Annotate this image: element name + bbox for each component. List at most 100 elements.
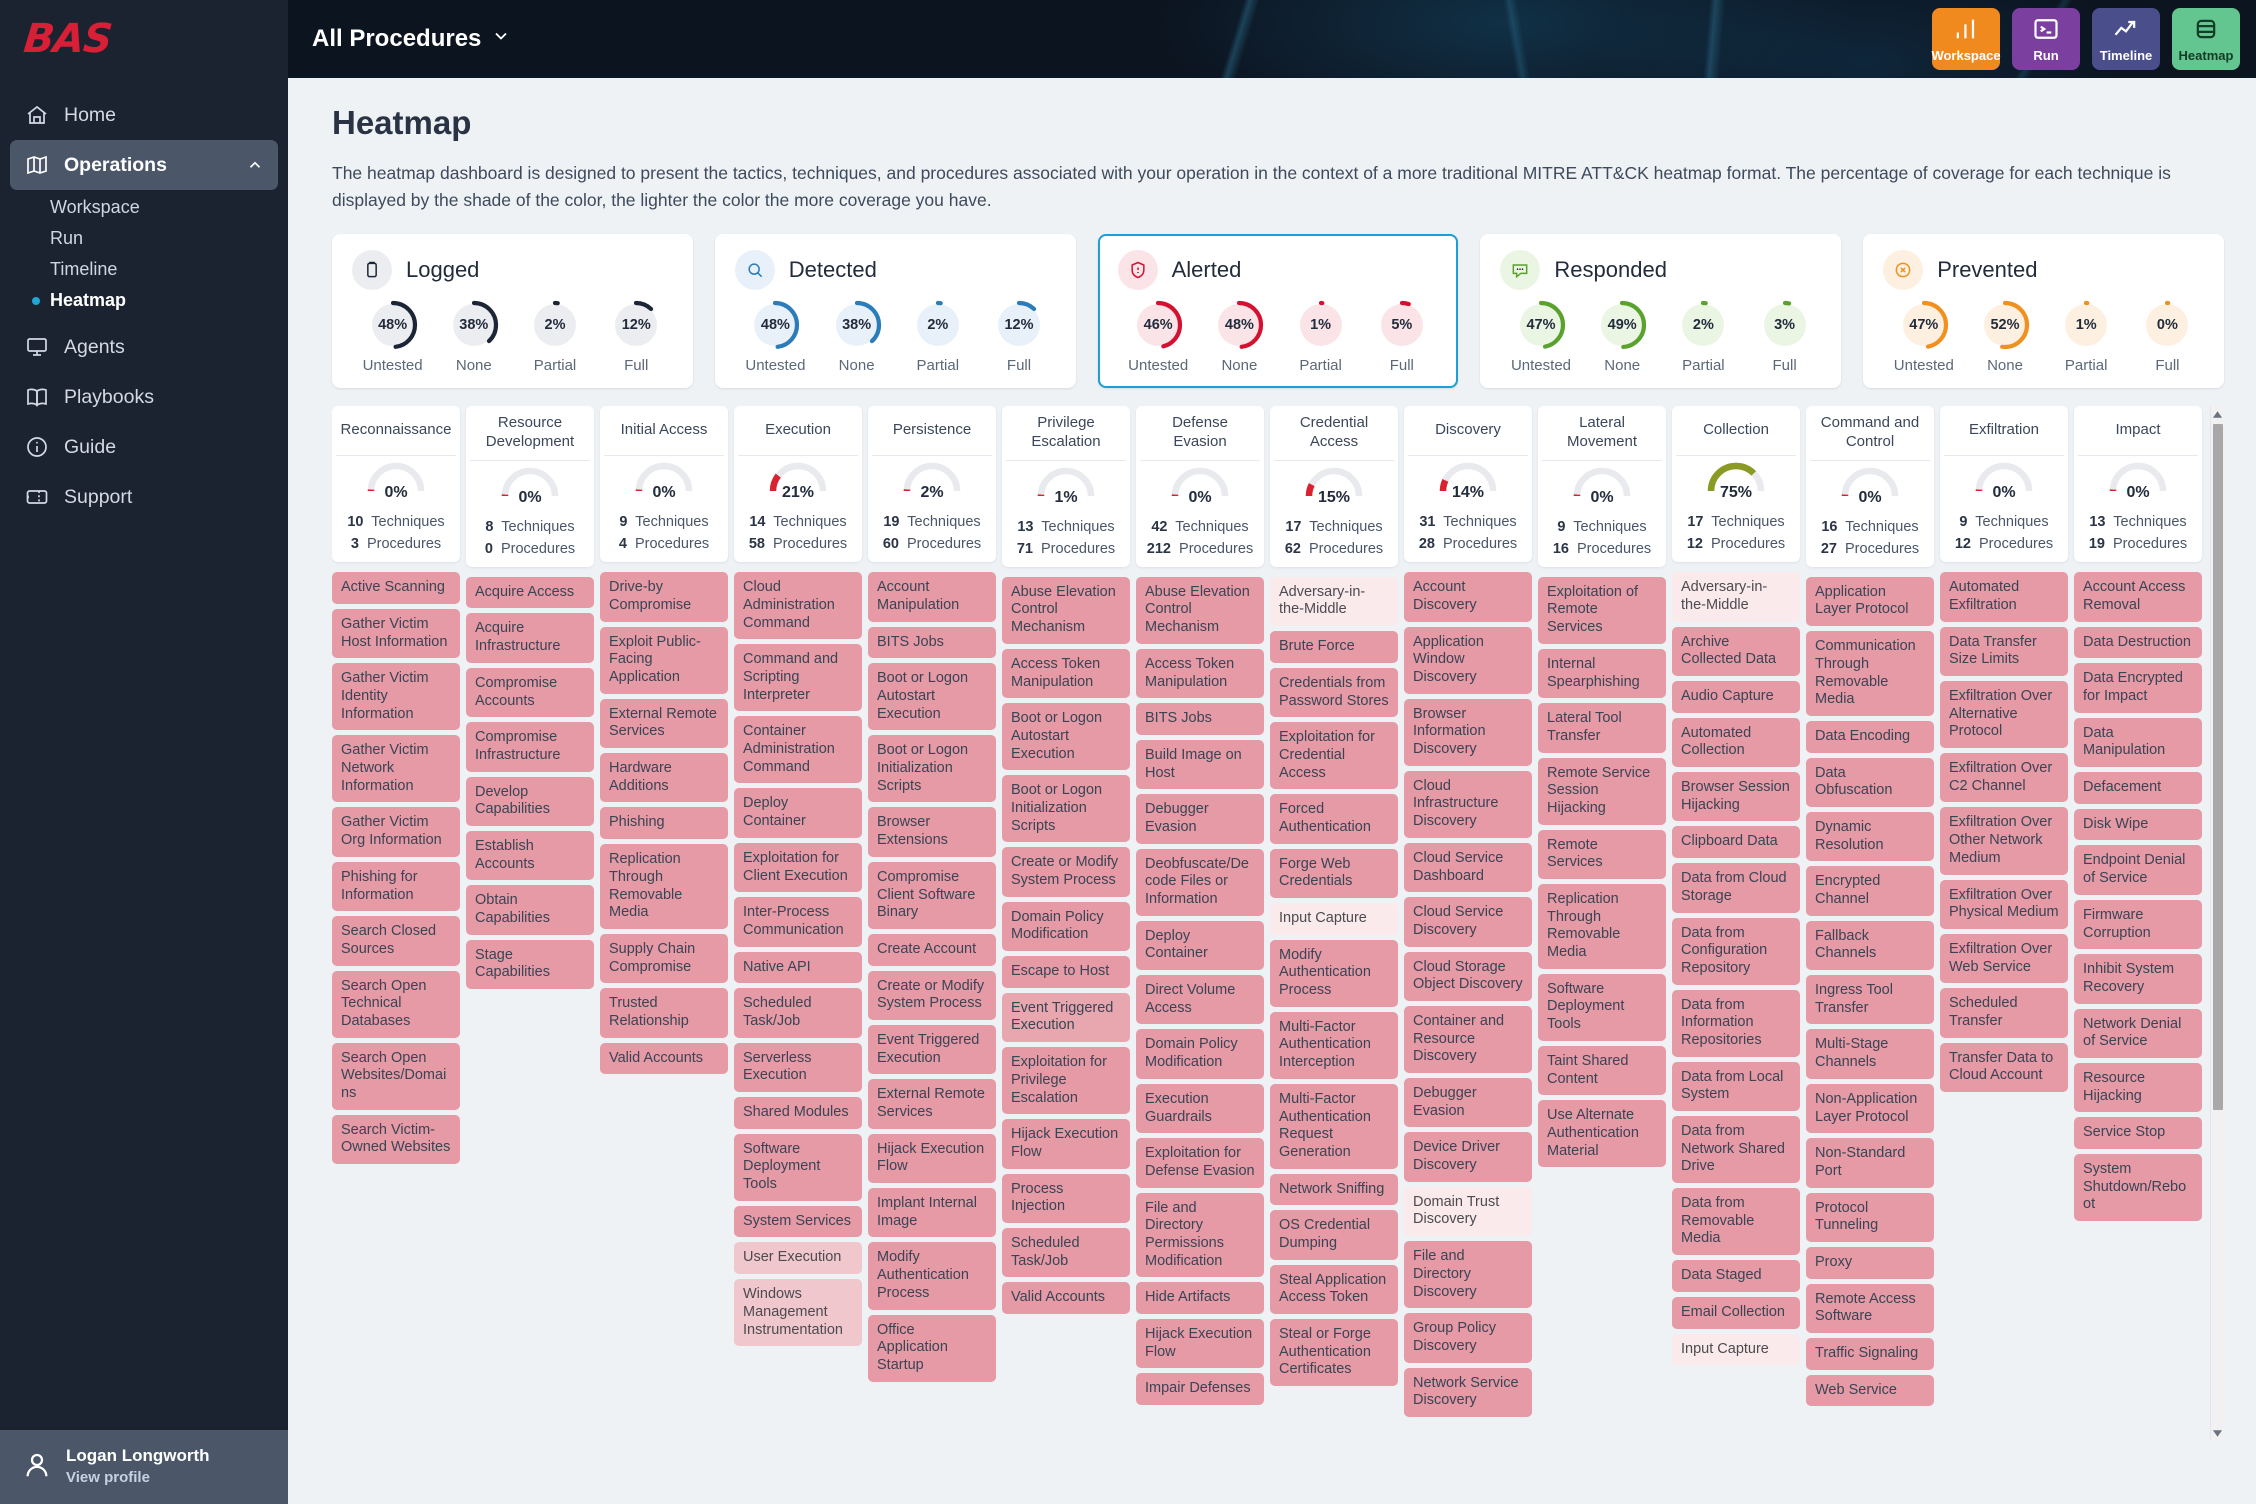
technique-cell[interactable]: Acquire Access bbox=[466, 576, 594, 609]
tactic-header[interactable]: Command and Control 0% 16 Techniques 27 Pro… bbox=[1806, 406, 1934, 567]
procedure-selector[interactable]: All Procedures bbox=[312, 25, 511, 53]
technique-cell[interactable]: Valid Accounts bbox=[600, 1042, 728, 1075]
tactic-header[interactable]: Initial Access 0% 9 Techniques 4 Procedures bbox=[600, 406, 728, 563]
technique-cell[interactable]: Obtain Capabilities bbox=[466, 885, 594, 935]
technique-cell[interactable]: Remote Services bbox=[1538, 829, 1666, 879]
technique-cell[interactable]: Native API bbox=[734, 951, 862, 984]
technique-cell[interactable]: Exfiltration Over Web Service bbox=[1940, 933, 2068, 984]
technique-cell[interactable]: Exfiltration Over Physical Medium bbox=[1940, 879, 2068, 929]
tactic-header[interactable]: Execution 21% 14 Techniques 58 Procedures bbox=[734, 406, 862, 563]
tactic-header[interactable]: Exfiltration 0% 9 Techniques 12 Procedures bbox=[1940, 406, 2068, 563]
technique-cell[interactable]: Proxy bbox=[1806, 1246, 1934, 1279]
technique-cell[interactable]: Container and Resource Discovery bbox=[1404, 1005, 1532, 1073]
technique-cell[interactable]: Network Denial of Service bbox=[2074, 1008, 2202, 1058]
technique-cell[interactable]: Endpoint Denial of Service bbox=[2074, 845, 2202, 895]
sidebar-item-timeline[interactable]: Timeline bbox=[10, 254, 278, 285]
technique-cell[interactable]: Domain Trust Discovery bbox=[1404, 1186, 1532, 1237]
technique-cell[interactable]: Multi-Stage Channels bbox=[1806, 1029, 1934, 1079]
technique-cell[interactable]: OS Credential Dumping bbox=[1270, 1210, 1398, 1260]
technique-cell[interactable]: Compromise Infrastructure bbox=[466, 722, 594, 772]
technique-cell[interactable]: Boot or Logon Autostart Execution bbox=[868, 663, 996, 731]
technique-cell[interactable]: Data from Network Shared Drive bbox=[1672, 1116, 1800, 1184]
technique-cell[interactable]: Archive Collected Data bbox=[1672, 626, 1800, 676]
technique-cell[interactable]: Compromise Accounts bbox=[466, 667, 594, 718]
technique-cell[interactable]: External Remote Services bbox=[868, 1079, 996, 1129]
technique-cell[interactable]: Remote Service Session Hijacking bbox=[1538, 757, 1666, 825]
technique-cell[interactable]: Data Transfer Size Limits bbox=[1940, 626, 2068, 676]
technique-cell[interactable]: Create or Modify System Process bbox=[868, 970, 996, 1020]
technique-cell[interactable]: Automated Exfiltration bbox=[1940, 572, 2068, 622]
technique-cell[interactable]: Hijack Execution Flow bbox=[868, 1133, 996, 1184]
status-card-responded[interactable]: Responded 47% Untested 49% None 2% Partial 3% Fu… bbox=[1480, 234, 1842, 389]
technique-cell[interactable]: Exploitation for Credential Access bbox=[1270, 722, 1398, 790]
technique-cell[interactable]: System Shutdown/Reboot bbox=[2074, 1154, 2202, 1222]
scroll-up-arrow-icon[interactable] bbox=[2211, 406, 2224, 422]
sidebar-item-home[interactable]: Home bbox=[10, 90, 278, 140]
technique-cell[interactable]: Data from Information Repositories bbox=[1672, 989, 1800, 1057]
technique-cell[interactable]: Windows Management Instrumentation bbox=[734, 1279, 862, 1347]
technique-cell[interactable]: Command and Scripting Interpreter bbox=[734, 644, 862, 712]
technique-cell[interactable]: Non-Application Layer Protocol bbox=[1806, 1083, 1934, 1134]
technique-cell[interactable]: Defacement bbox=[2074, 772, 2202, 804]
technique-cell[interactable]: Exploitation for Client Execution bbox=[734, 842, 862, 893]
status-card-detected[interactable]: Detected 48% Untested 38% None 2% Partial 12% Fu… bbox=[714, 234, 1076, 389]
technique-cell[interactable]: Domain Policy Modification bbox=[1002, 901, 1130, 952]
scroll-down-arrow-icon[interactable] bbox=[2211, 1425, 2224, 1441]
technique-cell[interactable]: Software Deployment Tools bbox=[1538, 973, 1666, 1041]
scrollbar-thumb[interactable] bbox=[2213, 424, 2223, 1111]
technique-cell[interactable]: Stage Capabilities bbox=[466, 939, 594, 990]
technique-cell[interactable]: Cloud Storage Object Discovery bbox=[1404, 951, 1532, 1001]
technique-cell[interactable]: Boot or Logon Initialization Scripts bbox=[1002, 775, 1130, 843]
technique-cell[interactable]: Exfiltration Over Alternative Protocol bbox=[1940, 681, 2068, 749]
technique-cell[interactable]: Data from Removable Media bbox=[1672, 1188, 1800, 1256]
tactic-header[interactable]: Reconnaissance 0% 10 Techniques 3 Procedure… bbox=[332, 406, 460, 563]
technique-cell[interactable]: Protocol Tunneling bbox=[1806, 1192, 1934, 1242]
technique-cell[interactable]: Data Destruction bbox=[2074, 626, 2202, 659]
technique-cell[interactable]: Serverless Execution bbox=[734, 1042, 862, 1092]
technique-cell[interactable]: Clipboard Data bbox=[1672, 826, 1800, 859]
technique-cell[interactable]: Disk Wipe bbox=[2074, 808, 2202, 841]
technique-cell[interactable]: Search Closed Sources bbox=[332, 916, 460, 966]
technique-cell[interactable]: Implant Internal Image bbox=[868, 1188, 996, 1238]
sidebar-item-agents[interactable]: Agents bbox=[10, 322, 278, 372]
tactic-header[interactable]: Discovery 14% 31 Techniques 28 Procedures bbox=[1404, 406, 1532, 563]
technique-cell[interactable]: File and Directory Permissions Modificat… bbox=[1136, 1192, 1264, 1278]
technique-cell[interactable]: Audio Capture bbox=[1672, 681, 1800, 713]
technique-cell[interactable]: Hijack Execution Flow bbox=[1136, 1319, 1264, 1369]
technique-cell[interactable]: Data from Cloud Storage bbox=[1672, 863, 1800, 913]
technique-cell[interactable]: Search Open Websites/Domains bbox=[332, 1042, 460, 1110]
technique-cell[interactable]: Resource Hijacking bbox=[2074, 1062, 2202, 1113]
technique-cell[interactable]: Communication Through Removable Media bbox=[1806, 631, 1934, 716]
technique-cell[interactable]: Traffic Signaling bbox=[1806, 1338, 1934, 1370]
technique-cell[interactable]: Exploitation for Privilege Escalation bbox=[1002, 1047, 1130, 1115]
technique-cell[interactable]: Office Application Startup bbox=[868, 1314, 996, 1382]
technique-cell[interactable]: Access Token Manipulation bbox=[1136, 648, 1264, 699]
shortcut-workspace[interactable]: Workspace bbox=[1931, 8, 2001, 70]
sidebar-item-operations[interactable]: Operations bbox=[10, 140, 278, 190]
tactic-header[interactable]: Persistence 2% 19 Techniques 60 Procedures bbox=[868, 406, 996, 563]
technique-cell[interactable]: Data Encrypted for Impact bbox=[2074, 663, 2202, 713]
tactic-header[interactable]: Defense Evasion 0% 42 Techniques 212 Proced… bbox=[1136, 406, 1264, 567]
technique-cell[interactable]: Access Token Manipulation bbox=[1002, 648, 1130, 699]
technique-cell[interactable]: Multi-Factor Authentication Request Gene… bbox=[1270, 1083, 1398, 1169]
technique-cell[interactable]: Exfiltration Over Other Network Medium bbox=[1940, 807, 2068, 875]
technique-cell[interactable]: Remote Access Software bbox=[1806, 1283, 1934, 1333]
tactic-header[interactable]: Privilege Escalation 1% 13 Techniques 71 Pr… bbox=[1002, 406, 1130, 567]
technique-cell[interactable]: Compromise Client Software Binary bbox=[868, 861, 996, 929]
technique-cell[interactable]: Data Obfuscation bbox=[1806, 757, 1934, 807]
technique-cell[interactable]: Abuse Elevation Control Mechanism bbox=[1136, 576, 1264, 644]
technique-cell[interactable]: Email Collection bbox=[1672, 1296, 1800, 1329]
technique-cell[interactable]: Application Window Discovery bbox=[1404, 626, 1532, 694]
technique-cell[interactable]: Execution Guardrails bbox=[1136, 1083, 1264, 1134]
technique-cell[interactable]: Phishing for Information bbox=[332, 861, 460, 912]
technique-cell[interactable]: Account Manipulation bbox=[868, 572, 996, 622]
technique-cell[interactable]: Data Encoding bbox=[1806, 720, 1934, 753]
technique-cell[interactable]: Valid Accounts bbox=[1002, 1282, 1130, 1314]
technique-cell[interactable]: Multi-Factor Authentication Interception bbox=[1270, 1011, 1398, 1079]
technique-cell[interactable]: Container Administration Command bbox=[734, 716, 862, 784]
technique-cell[interactable]: Escape to Host bbox=[1002, 956, 1130, 988]
technique-cell[interactable]: Data from Configuration Repository bbox=[1672, 917, 1800, 985]
sidebar-item-guide[interactable]: Guide bbox=[10, 422, 278, 472]
technique-cell[interactable]: Data Manipulation bbox=[2074, 717, 2202, 768]
technique-cell[interactable]: Credentials from Password Stores bbox=[1270, 667, 1398, 718]
